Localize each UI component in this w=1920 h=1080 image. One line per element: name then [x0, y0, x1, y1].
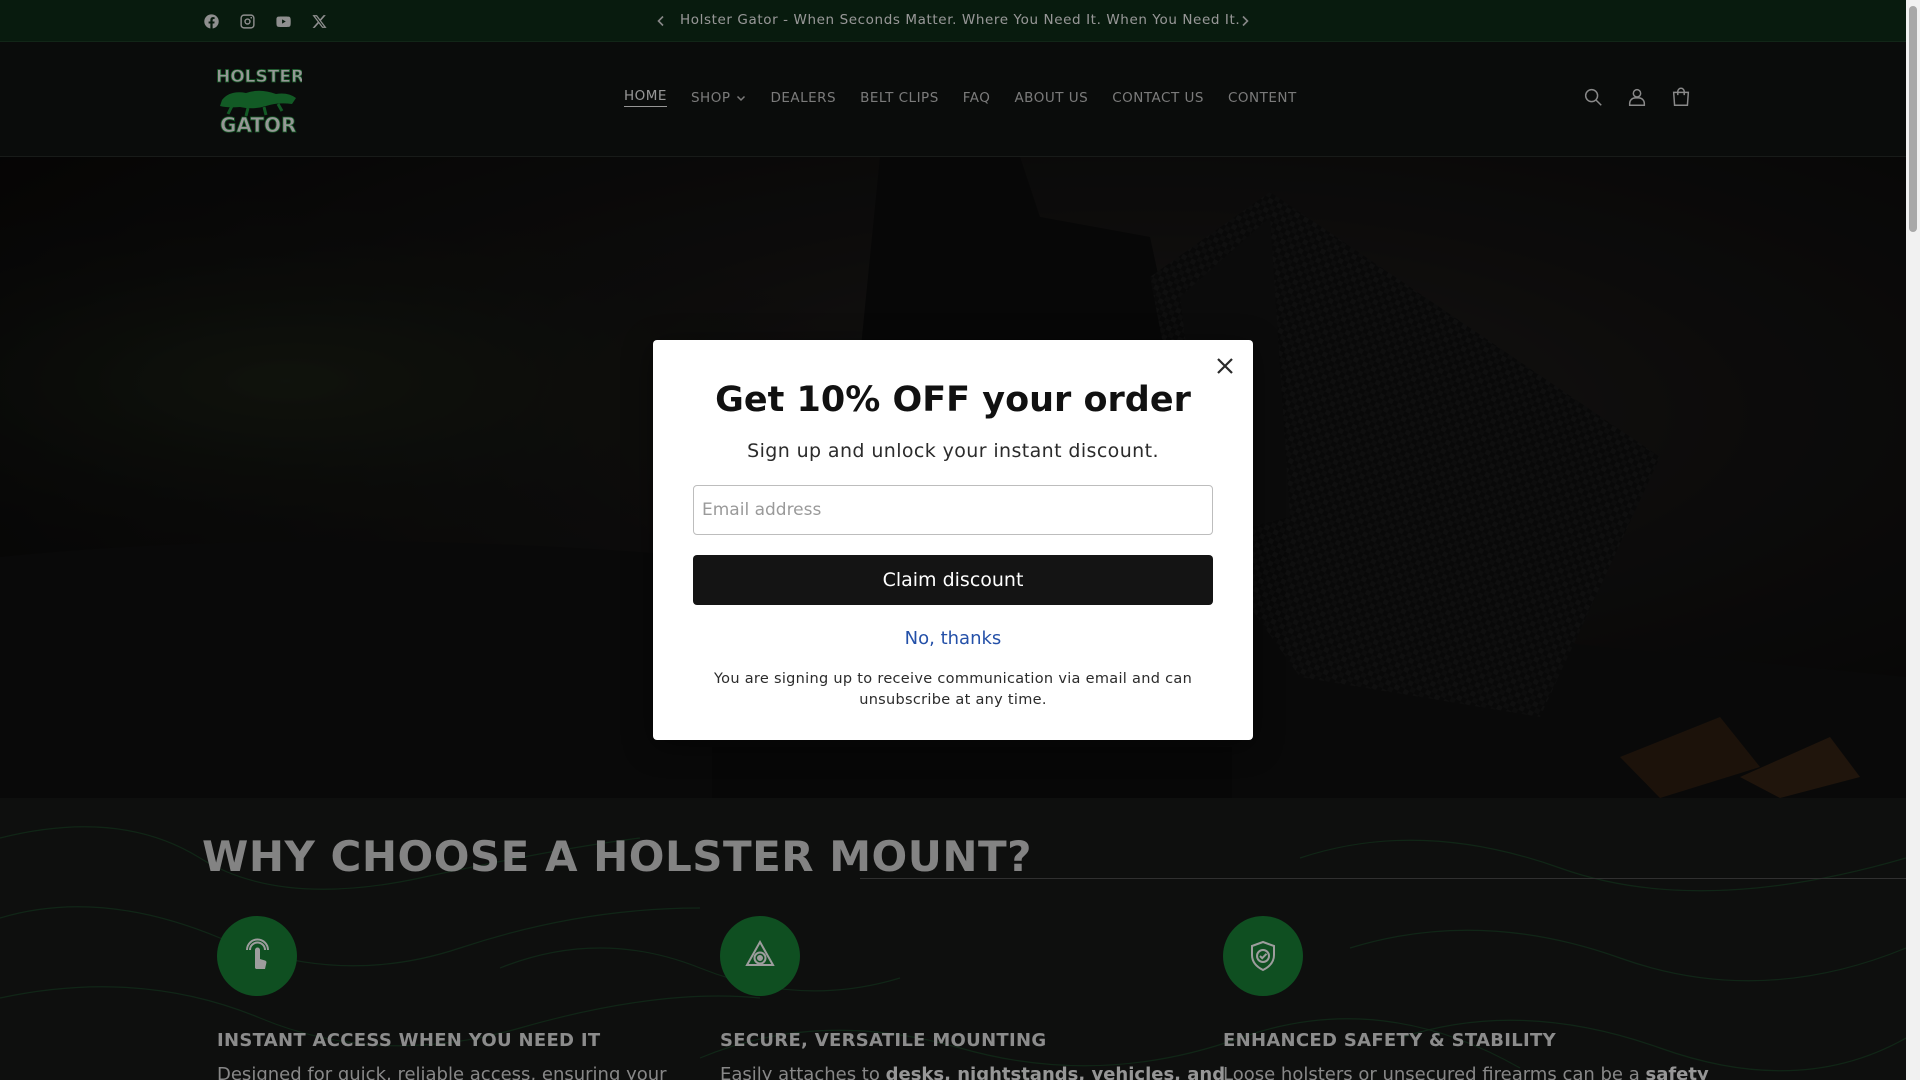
legal-text: You are signing up to receive communicat…	[713, 671, 1193, 708]
page: Holster Gator - When Seconds Matter. Whe…	[0, 0, 1920, 1080]
popup-subtitle: Sign up and unlock your instant discount…	[747, 440, 1159, 462]
email-field[interactable]	[693, 485, 1213, 535]
close-icon	[1217, 358, 1233, 374]
claim-discount-button[interactable]: Claim discount	[693, 555, 1213, 605]
popup-title: Get 10% OFF your order	[715, 380, 1191, 420]
discount-popup: Get 10% OFF your order Sign up and unloc…	[653, 340, 1253, 740]
page-scrollbar[interactable]	[1906, 0, 1920, 1080]
scrollbar-thumb[interactable]	[1909, 6, 1917, 232]
no-thanks-link[interactable]: No, thanks	[653, 628, 1253, 649]
close-button[interactable]	[1211, 352, 1239, 380]
